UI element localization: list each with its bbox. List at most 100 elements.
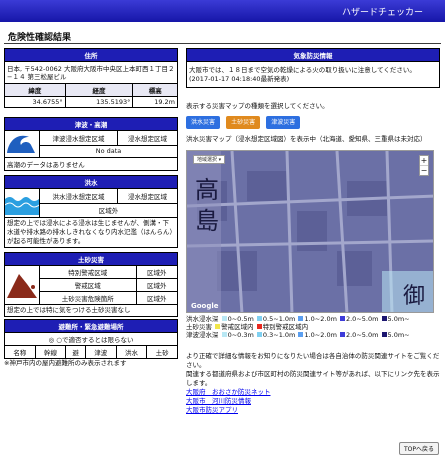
left-column: 住所 日本, 〒542-0062 大阪府大阪市中央区上本町西１丁目２−１４ 第三… (4, 48, 179, 368)
hazard-map[interactable]: 地域選択 ▾ + − 高 島 御 Google (186, 150, 434, 313)
map-canvas (187, 151, 433, 312)
info-text-1: より正確で詳細な情報をお知りになりたい場合は各自治体の防災関連サイトをご覧くださ… (186, 352, 440, 369)
evac-legend: ◎ ○で適否するとは限らない (4, 332, 178, 346)
alert-text: 大阪市では、１８日まで空気の乾燥による火の取り扱いに注意してください。(2017… (186, 61, 440, 88)
flood-result: 区域外 (39, 202, 178, 218)
legend-swatch (256, 332, 262, 337)
map-label-shima: 島 (195, 207, 219, 235)
address-table: 住所 日本, 〒542-0062 大阪府大阪市中央区上本町西１丁目２−１４ 第三… (4, 48, 178, 108)
back-to-top-button[interactable]: TOPへ戻る (398, 442, 439, 455)
legend-swatch (221, 316, 227, 321)
legend-swatch (381, 332, 387, 337)
lat-value: 34.6755° (4, 96, 66, 108)
map-caption: 洪水災害マップ（浸水想定区域図）を表示中（北海道、愛知県、三重県は未対応） (186, 135, 427, 143)
app-name: ハザードチェッカー (341, 8, 423, 18)
landslide-row-value: 区域外 (135, 291, 178, 305)
legend-item: 5.0m~ (387, 315, 410, 323)
info-text-2: 関連する都道府県および市区町村の防災関連サイト等があれば、以下にリンク先を表示し… (186, 370, 440, 387)
legend-item: 警戒区域内 (221, 323, 254, 331)
storm-surge-note: 高潮のデータはありません (4, 157, 178, 171)
map-label-go: 御 (402, 284, 425, 309)
flood-area-label: 洪水浸水想定区域 (39, 188, 118, 204)
legend-flood-title: 洪水浸水深 (186, 315, 219, 323)
legend-swatch (256, 324, 262, 329)
flood-note: 想定の上では浸水による浸水は生じませんが、側溝・下水道や排水路の排水しきれなくな… (4, 218, 178, 248)
lng-label: 経度 (64, 83, 134, 97)
landslide-row-label: 特別警戒区域 (39, 265, 137, 279)
legend-item: 0.3~1.0m (262, 331, 296, 339)
legend-swatch (215, 324, 221, 329)
wave-icon (4, 130, 40, 158)
alert-table: 気象防災情報 大阪市では、１８日まで空気の乾燥による火の取り扱いに注意してくださ… (186, 48, 440, 88)
flood-header: 洪水 (4, 175, 178, 189)
landslide-note: 想定の上では特に気をつける土砂災害なし (4, 305, 178, 317)
tsunami-map-button[interactable]: 津波災害 (266, 116, 301, 129)
zoom-in-button[interactable]: + (420, 156, 428, 165)
lng-value: 135.5193° (64, 96, 134, 108)
landslide-map-button[interactable]: 土砂災害 (226, 116, 261, 129)
link-osaka-river[interactable]: 大阪市 河川防災情報 (186, 397, 440, 406)
info-section: より正確で詳細な情報をお知りになりたい場合は各自治体の防災関連サイトをご覧くださ… (186, 352, 440, 415)
legend-item: 特別警戒区域内 (262, 323, 309, 331)
lat-label: 緯度 (4, 83, 66, 97)
flood-table: 洪水 洪水浸水想定区域 浸水想定区域 区域外 (4, 175, 179, 218)
legend-item: 0.5~1.0m (262, 315, 296, 323)
tsunami-header: 津波・高潮 (4, 117, 178, 131)
legend-landslide-title: 土砂災害 (186, 323, 212, 331)
landslide-header: 土砂災害 (4, 252, 178, 266)
legend-swatch (339, 316, 345, 321)
legend-item: 5.0m~ (387, 331, 410, 339)
legend-flood: 洪水浸水深 0~0.5m 0.5~1.0m 1.0~2.0m 2.0~5.0m … (186, 315, 440, 323)
evac-col-tsunami: 津波 (84, 345, 117, 359)
evac-col-landslide: 土砂 (146, 345, 178, 359)
landslide-row-label: 警戒区域 (39, 278, 137, 292)
legend-item: 1.0~2.0m (304, 331, 337, 339)
evac-col-flood: 洪水 (115, 345, 148, 359)
legend-swatch (339, 332, 345, 337)
legend-item: 0~0.5m (227, 315, 254, 323)
map-label-taka: 高 (195, 176, 219, 204)
legend-swatch (381, 316, 387, 321)
legend-item: 2.0~5.0m (345, 331, 379, 339)
legend-tsunami-title: 津波浸水深 (186, 331, 219, 339)
link-osaka-bousai[interactable]: 大阪府 おおさか防災ネット (186, 388, 440, 397)
legend-tsunami: 津波浸水深 0~0.3m 0.3~1.0m 1.0~2.0m 2.0~5.0m … (186, 331, 440, 339)
zoom-out-button[interactable]: − (420, 165, 428, 175)
region-select[interactable]: 地域選択 ▾ (193, 155, 226, 164)
map-instruction: 表示する災害マップの種類を選択してください。 (186, 102, 329, 110)
top-bar: ハザードチェッカー (0, 0, 445, 22)
legend-landslide: 土砂災害 警戒区域内 特別警戒区域内 (186, 323, 440, 331)
right-column: 気象防災情報 大阪市では、１８日まで空気の乾燥による火の取り扱いに注意してくださ… (186, 48, 440, 143)
landslide-icon (4, 265, 40, 305)
zoom-controls: + − (419, 155, 429, 176)
evac-table: 避難所・緊急避難場所 ◎ ○で適否するとは限らない 名称 幹線 避 津波 洪水 … (4, 319, 178, 359)
google-logo: Google (191, 302, 219, 310)
landslide-table: 土砂災害 特別警戒区域 区域外 警戒区域 区域外 土砂災害危険箇所 区域外 (4, 252, 178, 305)
address-header: 住所 (4, 48, 178, 62)
legend-item: 1.0~2.0m (304, 315, 337, 323)
tsunami-area-value: 浸水想定区域 (116, 130, 179, 146)
legend-swatch (221, 332, 227, 337)
flood-area-value: 浸水想定区域 (116, 188, 179, 204)
tsunami-table: 津波・高潮 津波浸水想定区域 浸水想定区域 No data 高潮のデータはありま… (4, 117, 179, 171)
flood-icon (4, 188, 40, 218)
alt-label: 標高 (132, 83, 178, 97)
alert-header: 気象防災情報 (186, 48, 440, 62)
legend-swatch (298, 316, 304, 321)
divider (4, 43, 441, 44)
evac-col-name: 名称 (4, 345, 36, 359)
evac-header: 避難所・緊急避難場所 (4, 319, 178, 333)
legend-swatch (256, 316, 262, 321)
landslide-row-value: 区域外 (135, 278, 178, 292)
legend-item: 2.0~5.0m (345, 315, 379, 323)
tsunami-depth: No data (39, 144, 178, 159)
flood-map-button[interactable]: 洪水災害 (186, 116, 221, 129)
landslide-row-label: 土砂災害危険箇所 (39, 291, 137, 305)
evac-note: ※神戸市内の屋内避難所のみ表示されます (4, 359, 127, 367)
landslide-row-value: 区域外 (135, 265, 178, 279)
evac-col-main: 幹線 (34, 345, 67, 359)
legend-item: 0~0.3m (227, 331, 254, 339)
link-osaka-app[interactable]: 大阪市防災アプリ (186, 406, 440, 415)
map-legend: 洪水浸水深 0~0.5m 0.5~1.0m 1.0~2.0m 2.0~5.0m … (186, 315, 440, 339)
alt-value: 19.2m (132, 96, 178, 108)
